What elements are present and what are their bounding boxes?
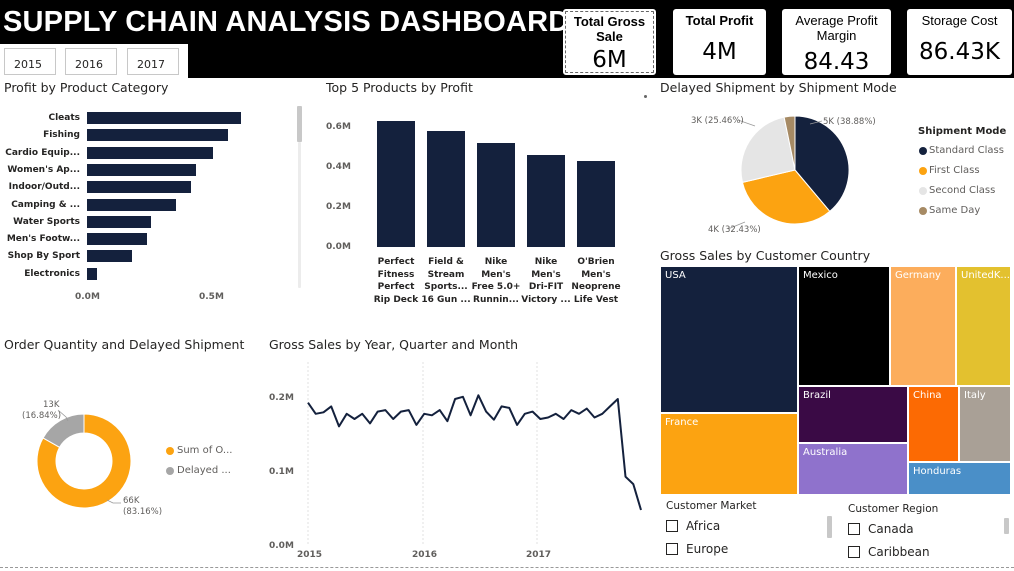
x-tick-label: 2017 (526, 550, 552, 560)
checkbox[interactable] (666, 520, 678, 532)
slicer-item-label: Canada (868, 522, 914, 536)
customer-market-title: Customer Market (666, 500, 757, 512)
y-tick-label: 0.2M (269, 393, 294, 403)
checkbox[interactable] (848, 546, 860, 558)
slicer-item-canada[interactable]: Canada (848, 522, 914, 536)
region-scrollbar[interactable] (1004, 518, 1009, 534)
focus-dot (644, 95, 647, 98)
slicer-item-label: Caribbean (868, 545, 930, 559)
slicer-item-europe[interactable]: Europe (666, 542, 728, 556)
gross-sales-line-chart[interactable] (0, 0, 1014, 571)
y-tick-label: 0.1M (269, 467, 294, 477)
market-scrollbar[interactable] (827, 516, 832, 538)
slicer-item-africa[interactable]: Africa (666, 519, 720, 533)
slicer-item-label: Europe (686, 542, 729, 556)
customer-region-title: Customer Region (848, 503, 939, 515)
x-tick-label: 2015 (297, 550, 323, 560)
checkbox[interactable] (848, 523, 860, 535)
slicer-item-label: Africa (686, 519, 721, 533)
x-tick-label: 2016 (412, 550, 438, 560)
bottom-divider (0, 567, 1014, 568)
y-tick-label: 0.0M (269, 541, 294, 551)
gross-sales-series-line[interactable] (307, 394, 642, 511)
slicer-item-caribbean[interactable]: Caribbean (848, 545, 930, 559)
checkbox[interactable] (666, 543, 678, 555)
